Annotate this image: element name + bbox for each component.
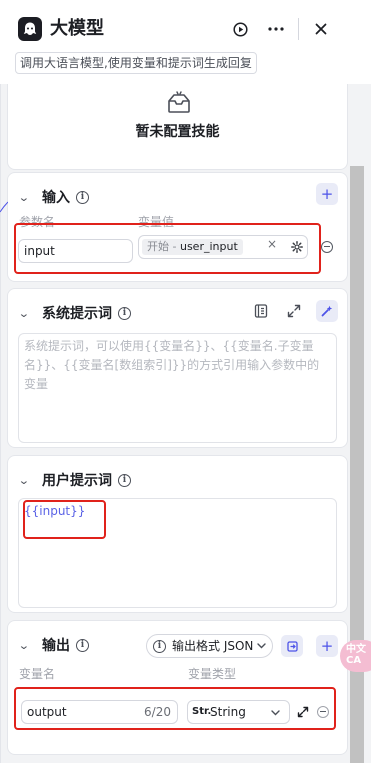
play-icon [232,21,248,37]
info-icon[interactable]: i [76,190,89,204]
plus-icon: + [320,185,334,203]
skills-card: 暂未配置技能 [7,84,348,170]
llm-node-icon [18,17,42,41]
ref-source-node: 开始 [147,240,169,253]
user-prompt-header[interactable]: ⌄ 用户提示词 i [18,470,131,490]
ai-optimize-prompt-button[interactable] [316,300,338,322]
export-icon [286,640,298,652]
translate-floating-button[interactable]: 中文 CA [340,640,371,672]
output-section-header[interactable]: ⌄ 输出 i [18,635,89,655]
output-name-char-count: 6/20 [144,705,171,719]
system-prompt-header[interactable]: ⌄ 系统提示词 i [18,303,131,323]
output-format-select[interactable]: i 输出格式 JSON [146,634,274,658]
output-variable-name: output [27,705,67,719]
prompt-library-icon[interactable] [254,304,268,318]
node-header: 大模型 调用大语言模型,使用变量和提示词生成回复 [0,0,371,84]
chevron-down-icon[interactable]: ⌄ [18,191,36,204]
add-output-button[interactable]: + [316,635,338,657]
translate-badge-line2: CA [346,655,362,666]
info-icon[interactable]: i [118,306,131,320]
run-node-button[interactable] [228,17,252,41]
close-icon [315,23,327,35]
param-name-input-row[interactable]: input [18,239,133,263]
expand-icon[interactable] [287,304,301,318]
input-section-title: 输入 [42,190,70,206]
more-menu-button[interactable] [264,17,288,41]
plus-icon: + [320,637,334,655]
info-icon[interactable]: i [76,638,89,652]
output-type-value: String [210,705,246,719]
panel-left-border [0,84,1,763]
variable-value-column-label: 变量值 [138,215,175,229]
node-title: 大模型 [50,18,104,39]
chevron-down-icon[interactable]: ⌄ [18,639,36,652]
user-prompt-title: 用户提示词 [42,473,112,489]
settings-gear-icon[interactable] [291,241,303,253]
system-prompt-card: ⌄ 系统提示词 i 系统提示词，可以使用{{变量名}}、{{变量名.子变量名}}… [7,288,348,448]
system-prompt-textarea[interactable]: 系统提示词，可以使用{{变量名}}、{{变量名.子变量名}}、{{变量名[数组索… [18,333,337,443]
user-prompt-card: ⌄ 用户提示词 i {{input}} [7,455,348,613]
variable-reference-select[interactable]: 开始 - user_input × [138,235,308,259]
output-section-card: ⌄ 输出 i i 输出格式 JSON + 变量名 变量类型 [7,620,348,755]
output-type-column-label: 变量类型 [188,667,237,681]
output-type-select[interactable]: Str. String [187,700,290,724]
canvas-connection-line [0,201,8,213]
ref-variable-name: user_input [179,240,238,253]
header-divider [298,18,299,40]
output-section-title: 输出 [42,638,70,654]
string-type-icon: Str. [192,706,212,717]
output-name-column-label: 变量名 [19,667,56,681]
remove-input-icon[interactable] [321,241,333,253]
info-icon[interactable]: i [118,473,131,487]
user-prompt-textarea[interactable]: {{input}} [18,498,337,608]
chevron-down-icon[interactable]: ⌄ [18,474,36,487]
input-section-header[interactable]: ⌄ 输入 i [18,187,89,207]
prompt-variable-reference: {{input}} [24,504,86,518]
clear-reference-icon[interactable]: × [267,237,277,251]
scrollbar-thumb[interactable] [350,166,364,763]
param-name-value: input [24,244,55,258]
chevron-down-icon[interactable]: ⌄ [18,307,36,320]
remove-output-icon[interactable] [317,706,329,718]
magic-wand-icon [321,305,333,317]
add-input-button[interactable]: + [316,183,338,205]
chevron-down-icon [271,710,280,716]
input-section-card: ⌄ 输入 i + 参数名 变量值 开始 - user_input × [7,172,348,282]
more-dots-icon [268,27,284,31]
expand-output-icon[interactable] [297,706,309,718]
output-format-settings-button[interactable] [281,635,303,657]
close-panel-button[interactable] [309,17,333,41]
system-prompt-title: 系统提示词 [42,306,112,322]
chevron-down-icon [257,643,267,649]
node-config-panel: 暂未配置技能 ⌄ 输入 i + 参数名 变量值 开始 - user_input … [0,84,371,763]
node-description[interactable]: 调用大语言模型,使用变量和提示词生成回复 [15,52,257,74]
info-icon: i [153,639,166,653]
skills-empty-text: 暂未配置技能 [135,124,220,140]
output-variable-name-input[interactable]: output 6/20 [21,700,178,724]
variable-reference-chip: 开始 - user_input [142,239,243,255]
output-format-label: 输出格式 JSON [172,639,254,653]
translate-badge-line1: 中文 [346,644,366,655]
param-name-column-label: 参数名 [19,215,56,229]
ref-separator: - [169,240,180,253]
empty-box-icon [168,91,190,113]
